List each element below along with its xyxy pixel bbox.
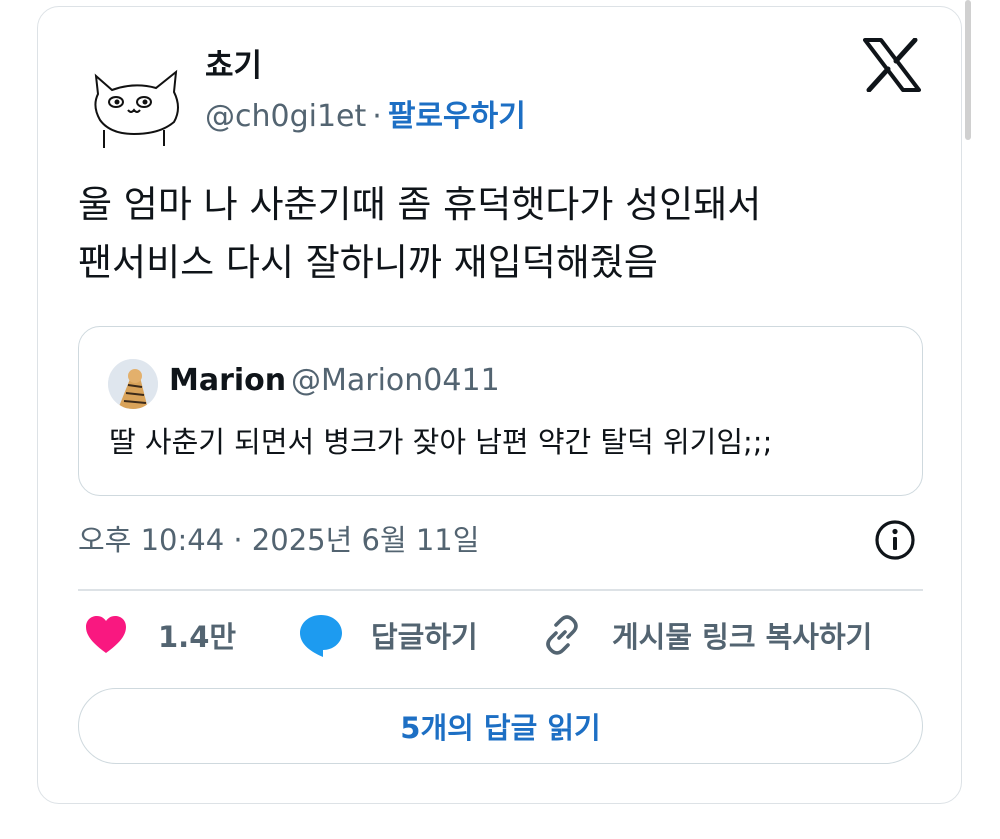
tweet-text: 울 엄마 나 사춘기때 좀 휴덕햇다가 성인돼서 팬서비스 다시 잘하니까 재입… (78, 183, 762, 284)
reply-button[interactable]: 답글하기 (298, 612, 478, 662)
reply-label: 답글하기 (371, 620, 478, 654)
author-avatar[interactable] (90, 64, 186, 148)
quoted-tweet-text: 딸 사춘기 되면서 병크가 잦아 남편 약간 탈덕 위기임;;; (109, 425, 773, 459)
info-icon[interactable] (873, 518, 917, 562)
author-handle-row: @ch0gi1et · 팔로우하기 (205, 97, 526, 137)
follow-button[interactable]: 팔로우하기 (388, 99, 526, 134)
quoted-author-name: Marion (169, 363, 287, 398)
like-count: 1.4만 (158, 620, 237, 654)
divider (78, 589, 923, 591)
quoted-author-handle: @Marion0411 (291, 363, 500, 398)
separator-dot: · (372, 99, 382, 134)
like-button[interactable]: 1.4만 (84, 612, 236, 662)
quoted-tweet[interactable]: Marion @Marion0411 딸 사춘기 되면서 병크가 잦아 남편 약… (78, 326, 923, 496)
page-scrollbar[interactable] (965, 0, 971, 140)
x-logo-icon[interactable] (863, 37, 921, 93)
read-replies-label: 5개의 답글 읽기 (400, 711, 601, 745)
copy-link-button[interactable]: 게시물 링크 복사하기 (540, 612, 872, 662)
tweet-timestamp[interactable]: 오후 10:44 · 2025년 6월 11일 (78, 520, 479, 560)
heart-icon (84, 615, 128, 659)
speech-bubble-icon (298, 612, 344, 662)
quoted-avatar (108, 359, 158, 409)
copy-link-label: 게시물 링크 복사하기 (612, 620, 873, 654)
author-name[interactable]: 쵸기 (205, 46, 262, 86)
link-icon (540, 613, 584, 661)
read-replies-button[interactable]: 5개의 답글 읽기 (78, 688, 923, 764)
author-handle[interactable]: @ch0gi1et (205, 99, 366, 134)
